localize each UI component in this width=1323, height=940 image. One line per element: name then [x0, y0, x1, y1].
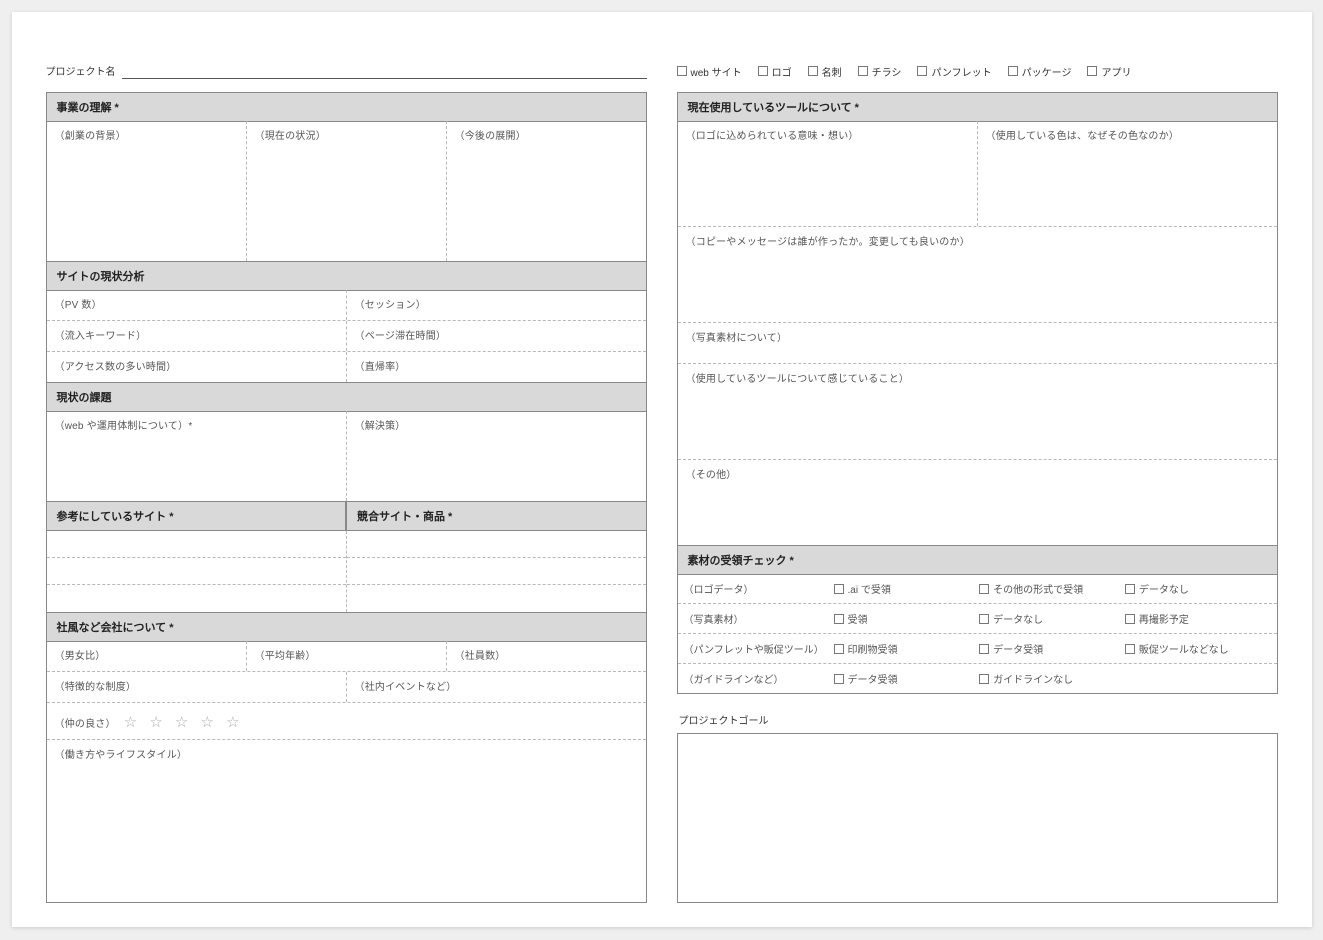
project-name-label: プロジェクト名	[46, 63, 116, 82]
worksheet-page: プロジェクト名 事業の理解 * （創業の背景） （現在の状況） （今後の展開） …	[12, 12, 1312, 927]
lifestyle-field[interactable]: （働き方やライフスタイル）	[47, 740, 646, 902]
pv-field[interactable]: （PV 数）	[47, 290, 346, 320]
site-analysis-header: サイトの現状分析	[46, 261, 647, 291]
asset-pamphlet-row: （パンフレットや販促ツール） 印刷物受領 データ受領 販促ツールなどなし	[678, 633, 1277, 663]
type-app[interactable]: アプリ	[1087, 64, 1131, 79]
ref-comp-headers: 参考にしているサイト * 競合サイト・商品 *	[46, 501, 647, 531]
asset-logo-other[interactable]: その他の形式で受領	[979, 581, 1125, 596]
asset-photo-reshoot[interactable]: 再撮影予定	[1125, 611, 1271, 626]
issues-solution[interactable]: （解決策）	[346, 411, 646, 501]
right-column: web サイト ロゴ 名刺 チラシ パンフレット パッケージ アプリ 現在使用し…	[677, 60, 1278, 903]
asset-logo-ai[interactable]: .ai で受領	[834, 581, 980, 596]
company-section: （男女比） （平均年齢） （社員数） （特徴的な制度） （社内イベントなど） （…	[46, 641, 647, 903]
asset-guide-data[interactable]: データ受領	[834, 671, 980, 686]
business-header: 事業の理解 *	[46, 92, 647, 122]
peak-time-field[interactable]: （アクセス数の多い時間）	[47, 352, 346, 382]
reference-header: 参考にしているサイト *	[46, 501, 347, 531]
gender-ratio-field[interactable]: （男女比）	[47, 641, 246, 671]
asset-photo-received[interactable]: 受領	[834, 611, 980, 626]
project-name-input-line[interactable]	[122, 78, 647, 79]
type-flyer[interactable]: チラシ	[858, 64, 902, 79]
asset-photo-none[interactable]: データなし	[979, 611, 1125, 626]
bounce-field[interactable]: （直帰率）	[346, 352, 646, 382]
asset-pamph-print[interactable]: 印刷物受領	[834, 641, 980, 656]
type-meishi[interactable]: 名刺	[808, 64, 842, 79]
keyword-field[interactable]: （流入キーワード）	[47, 321, 346, 351]
asset-photo-row: （写真素材） 受領 データなし 再撮影予定	[678, 603, 1277, 633]
assets-section: （ロゴデータ） .ai で受領 その他の形式で受領 データなし （写真素材） 受…	[677, 574, 1278, 694]
project-name-row: プロジェクト名	[46, 60, 647, 82]
asset-guideline-row: （ガイドラインなど） データ受領 ガイドラインなし	[678, 663, 1277, 693]
goal-box[interactable]	[677, 733, 1278, 903]
business-section: （創業の背景） （現在の状況） （今後の展開）	[46, 121, 647, 262]
asset-guide-none[interactable]: ガイドラインなし	[979, 671, 1125, 686]
reference-lines[interactable]	[47, 531, 346, 612]
ref-comp-body	[46, 531, 647, 613]
competitor-header: 競合サイト・商品 *	[346, 501, 647, 531]
business-current[interactable]: （現在の状況）	[246, 121, 446, 261]
color-reason-field[interactable]: （使用している色は、なぜその色なのか）	[977, 121, 1277, 226]
closeness-field[interactable]: （仲の良さ） ☆ ☆ ☆ ☆ ☆	[47, 703, 646, 739]
issues-section: （web や運用体制について）* （解決策）	[46, 411, 647, 502]
competitor-lines[interactable]	[346, 531, 646, 612]
copy-message-field[interactable]: （コピーやメッセージは誰が作ったか。変更しても良いのか）	[678, 227, 1277, 322]
goal-label: プロジェクトゴール	[679, 712, 1278, 727]
issues-web-ops[interactable]: （web や運用体制について）*	[47, 411, 346, 501]
company-header: 社風など会社について *	[46, 612, 647, 642]
tools-section: （ロゴに込められている意味・想い） （使用している色は、なぜその色なのか） （コ…	[677, 121, 1278, 546]
systems-field[interactable]: （特徴的な制度）	[47, 672, 346, 702]
headcount-field[interactable]: （社員数）	[446, 641, 646, 671]
age-field[interactable]: （平均年齢）	[246, 641, 446, 671]
tools-header: 現在使用しているツールについて *	[677, 92, 1278, 122]
events-field[interactable]: （社内イベントなど）	[346, 672, 646, 702]
other-field[interactable]: （その他）	[678, 460, 1277, 545]
tool-feeling-field[interactable]: （使用しているツールについて感じていること）	[678, 364, 1277, 459]
logo-meaning-field[interactable]: （ロゴに込められている意味・想い）	[678, 121, 977, 226]
issues-header: 現状の課題	[46, 382, 647, 412]
assets-header: 素材の受領チェック *	[677, 545, 1278, 575]
project-type-row: web サイト ロゴ 名刺 チラシ パンフレット パッケージ アプリ	[677, 60, 1278, 82]
duration-field[interactable]: （ページ滞在時間）	[346, 321, 646, 351]
business-future[interactable]: （今後の展開）	[446, 121, 646, 261]
type-pamphlet[interactable]: パンフレット	[917, 64, 991, 79]
business-founding[interactable]: （創業の背景）	[47, 121, 246, 261]
type-logo[interactable]: ロゴ	[758, 64, 792, 79]
asset-pamph-data[interactable]: データ受領	[979, 641, 1125, 656]
asset-pamph-none[interactable]: 販促ツールなどなし	[1125, 641, 1271, 656]
left-column: プロジェクト名 事業の理解 * （創業の背景） （現在の状況） （今後の展開） …	[46, 60, 647, 903]
asset-logo-row: （ロゴデータ） .ai で受領 その他の形式で受領 データなし	[678, 574, 1277, 603]
asset-logo-none[interactable]: データなし	[1125, 581, 1271, 596]
photo-assets-field[interactable]: （写真素材について）	[678, 323, 1277, 363]
type-package[interactable]: パッケージ	[1008, 64, 1072, 79]
type-web[interactable]: web サイト	[677, 64, 742, 79]
session-field[interactable]: （セッション）	[346, 290, 646, 320]
stars-rating[interactable]: ☆ ☆ ☆ ☆ ☆	[124, 713, 244, 731]
site-analysis-section: （PV 数） （セッション） （流入キーワード） （ページ滞在時間） （アクセス…	[46, 290, 647, 383]
